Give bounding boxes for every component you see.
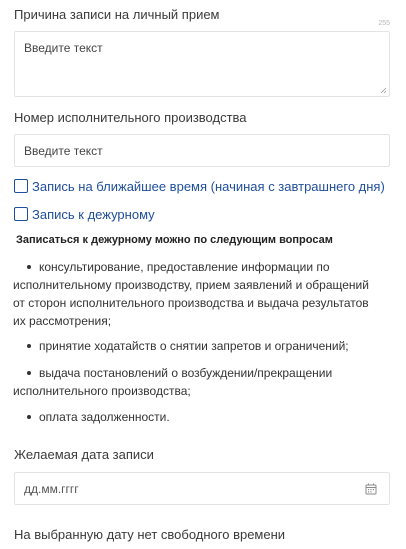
duty-info-item: консультирование, предоставление информа…: [13, 260, 369, 328]
bullet-icon: [27, 264, 31, 269]
reason-label: Причина записи на личный прием: [14, 7, 220, 22]
duty-info-heading: Записаться к дежурному можно по следующи…: [16, 234, 333, 246]
nearest-time-checkbox-label[interactable]: Запись на ближайшее время (начиная с зав…: [32, 179, 385, 194]
duty-officer-checkbox[interactable]: [14, 207, 28, 221]
reason-char-counter: 255: [378, 20, 390, 27]
duty-officer-checkbox-row[interactable]: Запись к дежурному: [14, 205, 155, 223]
bullet-icon: [27, 414, 31, 419]
date-placeholder: дд.мм.гггг: [24, 482, 79, 496]
proceeding-number-input[interactable]: Введите текст: [14, 134, 390, 167]
date-label: Желаемая дата записи: [14, 447, 154, 462]
reason-textarea[interactable]: Введите текст: [14, 31, 390, 97]
calendar-icon[interactable]: [365, 483, 377, 495]
nearest-time-checkbox[interactable]: [14, 179, 28, 193]
bullet-icon: [27, 343, 31, 348]
reason-placeholder: Введите текст: [24, 41, 103, 55]
bullet-icon: [27, 370, 31, 375]
duty-info-item: выдача постановлений о возбуждении/прекр…: [13, 366, 333, 398]
date-input[interactable]: дд.мм.гггг: [14, 472, 390, 505]
duty-info-item: оплата задолженности.: [27, 408, 170, 426]
duty-info-item: принятие ходатайств о снятии запретов и …: [27, 337, 349, 355]
proceeding-label: Номер исполнительного производства: [14, 110, 247, 125]
proceeding-placeholder: Введите текст: [24, 144, 103, 158]
duty-officer-checkbox-label[interactable]: Запись к дежурному: [32, 207, 155, 222]
nearest-time-checkbox-row[interactable]: Запись на ближайшее время (начиная с зав…: [14, 177, 385, 195]
no-time-message: На выбранную дату нет свободного времени: [14, 527, 286, 542]
resize-handle-icon[interactable]: [380, 87, 387, 94]
